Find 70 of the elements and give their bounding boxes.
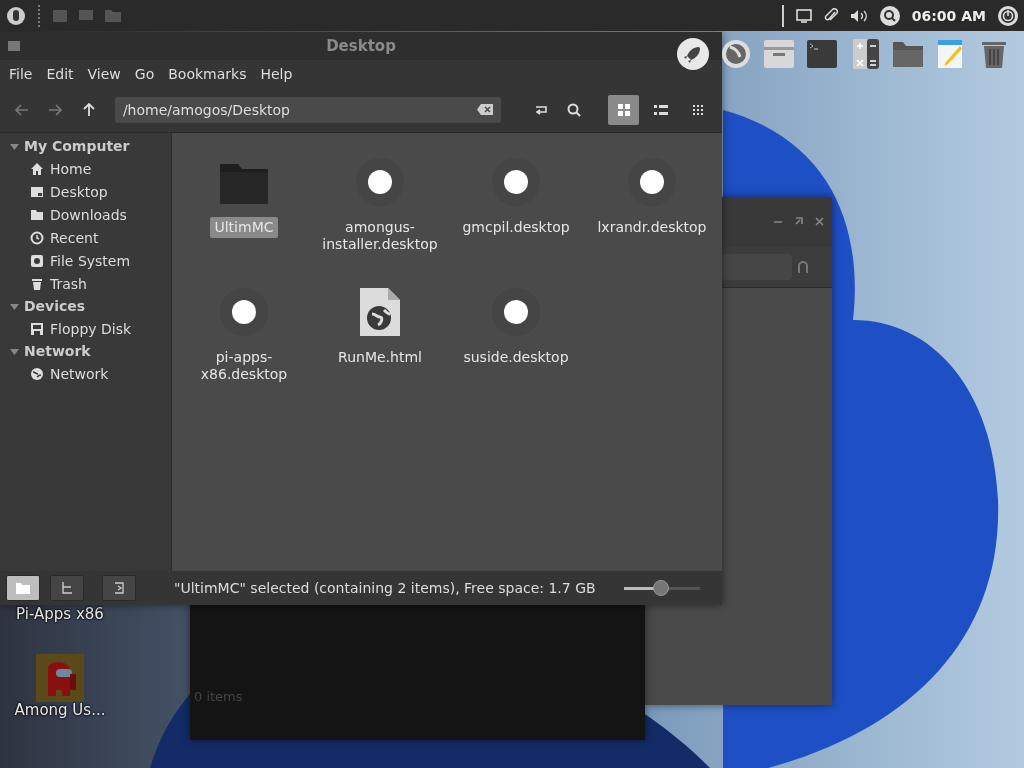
menu-icon (6, 5, 26, 26)
sidebar-item[interactable]: Recent (50, 229, 99, 246)
tree-icon (61, 582, 73, 594)
side-pane-button[interactable] (6, 575, 40, 601)
file-name[interactable]: pi-apps-x86.desktop (179, 347, 309, 385)
search-icon (567, 103, 582, 117)
desktop-icon-label[interactable]: Pi-Apps x86 (16, 606, 104, 622)
menu-item[interactable]: Bookmarks (161, 66, 254, 82)
crewmate-icon (36, 654, 84, 702)
files-button[interactable] (762, 37, 796, 71)
path-field[interactable]: /home/amogos/Desktop (114, 97, 501, 123)
window-icon (79, 9, 93, 22)
clock-icon (30, 230, 44, 245)
magnet-icon (798, 261, 808, 273)
side-pane-button[interactable] (50, 575, 84, 601)
launcher-button[interactable] (676, 37, 710, 71)
forward-arrow-icon (48, 104, 63, 116)
list-view-icon (654, 104, 669, 116)
view-mode-button[interactable] (608, 95, 640, 125)
menu-item[interactable]: Go (127, 66, 162, 82)
clear-icon (476, 104, 493, 115)
menu-item[interactable]: Help (253, 66, 300, 82)
menu-item[interactable]: View (80, 66, 128, 82)
globe-icon (30, 366, 44, 381)
sidebar-item[interactable]: Trash (50, 275, 87, 292)
side-pane-button[interactable] (102, 575, 136, 601)
file-name[interactable]: gmcpil.desktop (458, 217, 574, 238)
file-name[interactable]: amongus-installer.desktop (315, 217, 445, 255)
sidebar-item[interactable]: Downloads (50, 206, 127, 223)
power-icon (998, 5, 1018, 26)
paperclip-icon (823, 7, 838, 24)
desktop-icon (30, 184, 44, 199)
clock[interactable]: 06:00 AM (911, 7, 986, 24)
compact-view-icon (693, 105, 704, 115)
browser-button[interactable] (719, 37, 753, 71)
sidebar-item[interactable]: Desktop (50, 183, 108, 200)
status-text: "UltimMC" selected (containing 2 items), Free space: 1.7 GB (174, 580, 597, 596)
folder-icon (16, 582, 30, 594)
display-icon (795, 8, 812, 23)
file-name[interactable]: suside.desktop (459, 347, 573, 368)
sidebar-item[interactable]: File System (50, 252, 131, 269)
folder-icon (30, 207, 44, 222)
web-page-icon (358, 286, 402, 338)
drive-icon (30, 253, 44, 268)
grid-view-icon (617, 104, 630, 116)
sidebar-item[interactable]: Home (50, 160, 92, 177)
trash-icon (30, 276, 44, 291)
sidebar-section[interactable]: My Computer (24, 138, 130, 154)
file-name[interactable]: lxrandr.desktop (593, 217, 711, 238)
folder-icon (105, 9, 121, 22)
terminal-button[interactable] (805, 37, 839, 71)
home-icon (30, 161, 44, 176)
sidebar-item[interactable]: Floppy Disk (50, 320, 132, 337)
volume-icon (849, 8, 868, 23)
sidebar-section[interactable]: Network (24, 343, 91, 359)
file-name[interactable]: RunMe.html (334, 347, 426, 368)
menu-item[interactable]: Edit (39, 66, 81, 82)
window-menu-icon (8, 41, 20, 51)
window-icon (53, 9, 67, 22)
search-icon (879, 5, 900, 26)
input-field[interactable] (722, 254, 792, 280)
desktop-icon-label[interactable]: Among Us... (14, 702, 106, 718)
up-arrow-icon (83, 103, 96, 117)
menu-item[interactable]: File (2, 66, 40, 82)
window-title: Desktop (326, 37, 396, 55)
sidebar-item[interactable]: Network (50, 365, 109, 382)
sidebar-section[interactable]: Devices (24, 298, 86, 314)
window-controls-icon (774, 217, 824, 227)
close-pane-icon (114, 582, 124, 594)
back-arrow-icon (14, 104, 29, 116)
